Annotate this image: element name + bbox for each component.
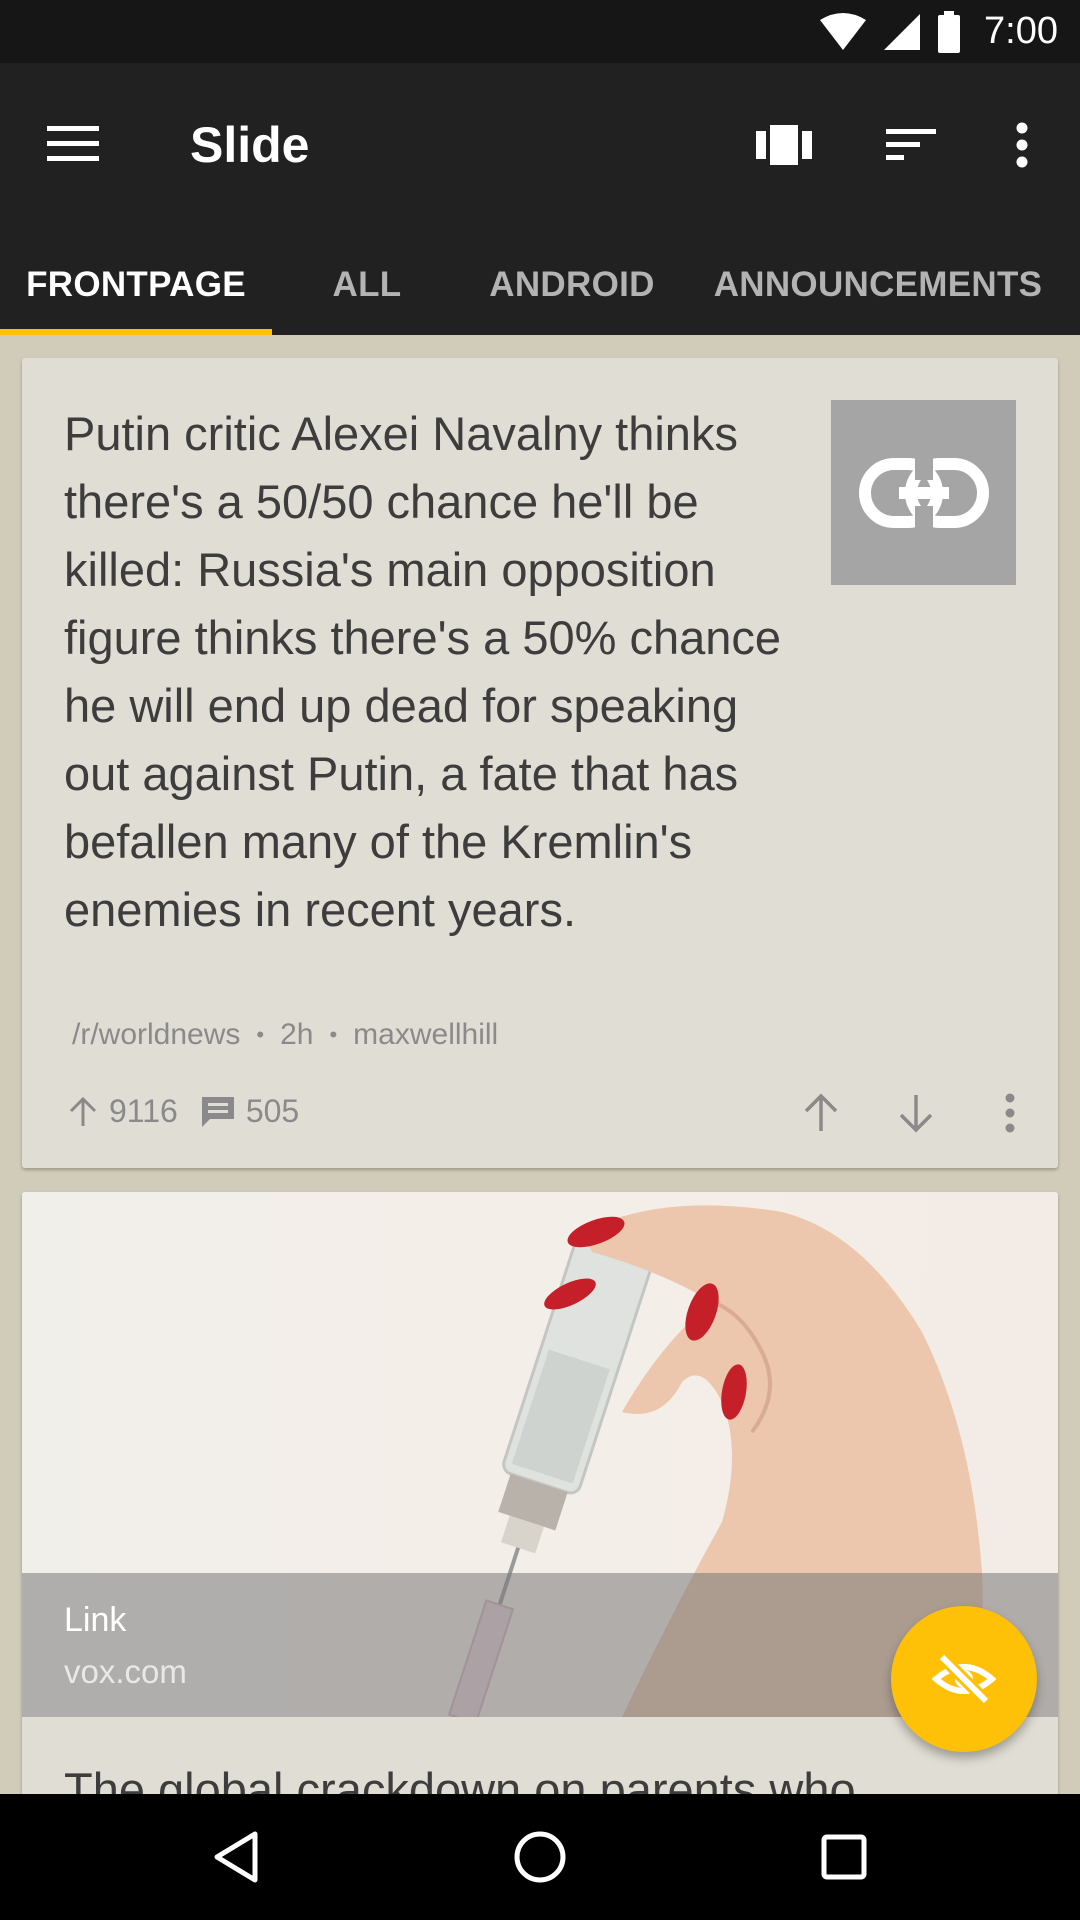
post-meta: /r/worldnews • 2h • maxwellhill (72, 1018, 498, 1052)
more-vert-icon (1005, 1093, 1015, 1133)
back-triangle-icon (214, 1831, 258, 1883)
hide-read-posts-button[interactable] (891, 1606, 1037, 1752)
tab-android[interactable]: ANDROID (462, 235, 682, 335)
nav-back-button[interactable] (196, 1817, 276, 1897)
post-subreddit[interactable]: /r/worldnews (72, 1018, 240, 1052)
arrow-up-icon (804, 1093, 838, 1131)
sort-icon (886, 129, 936, 160)
post-score: 9116 (109, 1093, 178, 1129)
post-stats: 9116 505 (67, 1093, 321, 1130)
tab-announcements[interactable]: ANNOUNCEMENTS (700, 235, 1056, 335)
system-nav-bar (0, 1794, 1080, 1920)
downvote-button[interactable] (886, 1083, 946, 1143)
recents-square-icon (821, 1834, 867, 1880)
status-icons: 7:00 (818, 0, 1058, 63)
arrow-up-icon (69, 1096, 97, 1126)
separator-dot: • (329, 1022, 338, 1047)
post-thumbnail[interactable] (831, 400, 1016, 585)
app-title: Slide (190, 117, 310, 173)
score-stat: 9116 (67, 1093, 178, 1130)
comments-stat[interactable]: 505 (200, 1093, 299, 1130)
nav-recents-button[interactable] (804, 1817, 884, 1897)
app-bar: Slide FRONTPAGE ALL ANDROID ANNOUNCEMENT… (0, 63, 1080, 335)
battery-icon (938, 10, 961, 53)
upvote-button[interactable] (791, 1083, 851, 1143)
nav-home-button[interactable] (500, 1817, 580, 1897)
link-domain: vox.com (64, 1653, 187, 1690)
menu-button[interactable] (42, 113, 104, 175)
link-type-label: Link (64, 1601, 127, 1639)
post-age: 2h (280, 1018, 314, 1051)
tab-frontpage[interactable]: FRONTPAGE (0, 235, 272, 335)
post-author[interactable]: maxwellhill (353, 1018, 498, 1052)
post-card[interactable]: Putin critic Alexei Navalny thinks there… (22, 358, 1058, 1168)
status-bar: 7:00 (0, 0, 1080, 63)
status-time: 7:00 (984, 10, 1058, 52)
arrow-down-icon (899, 1095, 933, 1133)
link-icon (858, 457, 989, 528)
tab-indicator (0, 329, 272, 335)
more-vert-icon (1016, 122, 1028, 168)
tab-all[interactable]: ALL (272, 235, 462, 335)
comment-icon (201, 1096, 234, 1127)
subreddit-tabs: FRONTPAGE ALL ANDROID ANNOUNCEMENTS (0, 235, 1080, 335)
overflow-menu-button[interactable] (984, 107, 1060, 183)
cell-signal-icon (884, 13, 921, 50)
view-mode-button[interactable] (746, 107, 822, 183)
sort-button[interactable] (873, 107, 949, 183)
wifi-icon (820, 12, 867, 50)
separator-dot: • (256, 1022, 265, 1047)
home-circle-icon (514, 1831, 566, 1883)
post-menu-button[interactable] (980, 1083, 1040, 1143)
visibility-off-icon (932, 1652, 996, 1706)
post-comment-count: 505 (245, 1093, 300, 1129)
hamburger-icon (47, 126, 99, 161)
view-carousel-icon (756, 125, 812, 165)
post-title[interactable]: Putin critic Alexei Navalny thinks there… (64, 400, 784, 944)
